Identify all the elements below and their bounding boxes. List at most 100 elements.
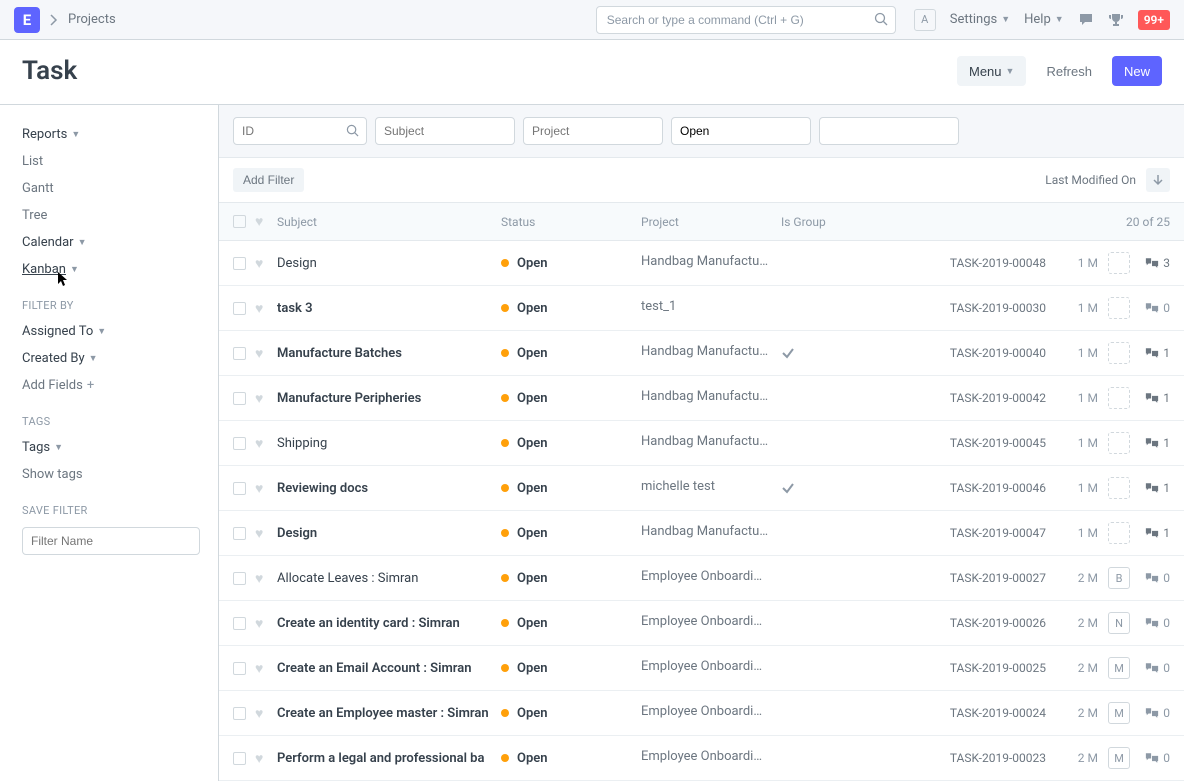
th-status[interactable]: Status <box>501 215 641 229</box>
assignee-avatar[interactable]: M <box>1108 702 1130 724</box>
heart-icon[interactable]: ♥ <box>255 391 263 407</box>
assignee-avatar[interactable] <box>1108 252 1130 274</box>
assignee-avatar[interactable] <box>1108 342 1130 364</box>
new-button[interactable]: New <box>1112 56 1162 86</box>
sidebar-calendar[interactable]: Calendar▼ <box>22 229 218 256</box>
assignee-avatar[interactable]: B <box>1108 567 1130 589</box>
row-subject[interactable]: Allocate Leaves : Simran <box>277 571 418 586</box>
menu-button[interactable]: Menu▼ <box>957 56 1026 86</box>
table-row[interactable]: ♥Create an Email Account : SimranOpenEmp… <box>219 646 1184 691</box>
row-subject[interactable]: Design <box>277 256 317 271</box>
filter-assigned-to[interactable]: Assigned To▼ <box>22 318 218 345</box>
heart-icon[interactable]: ♥ <box>255 346 263 362</box>
comment-indicator[interactable]: 1 <box>1140 436 1170 450</box>
row-checkbox[interactable] <box>233 437 246 450</box>
row-checkbox[interactable] <box>233 572 246 585</box>
table-row[interactable]: ♥Allocate Leaves : SimranOpenEmployee On… <box>219 556 1184 601</box>
table-row[interactable]: ♥Create an identity card : SimranOpenEmp… <box>219 601 1184 646</box>
row-subject[interactable]: Manufacture Peripheries <box>277 391 421 406</box>
row-checkbox[interactable] <box>233 302 246 315</box>
filter-name-input[interactable] <box>22 527 200 555</box>
heart-icon[interactable]: ♥ <box>255 301 263 317</box>
add-filter-button[interactable]: Add Filter <box>233 168 304 192</box>
select-all-checkbox[interactable] <box>233 215 246 228</box>
sidebar-view-gantt[interactable]: Gantt <box>22 175 218 202</box>
assignee-avatar[interactable] <box>1108 522 1130 544</box>
like-all-icon[interactable]: ♥ <box>255 214 263 230</box>
table-row[interactable]: ♥Manufacture PeripheriesOpenHandbag Manu… <box>219 376 1184 421</box>
heart-icon[interactable]: ♥ <box>255 616 263 632</box>
filter-extra-input[interactable] <box>819 117 959 145</box>
search-input[interactable] <box>596 6 896 34</box>
assignee-avatar[interactable] <box>1108 432 1130 454</box>
logo[interactable]: E <box>14 7 40 33</box>
row-checkbox[interactable] <box>233 482 246 495</box>
comment-indicator[interactable]: 1 <box>1140 391 1170 405</box>
table-row[interactable]: ♥Manufacture BatchesOpenHandbag Manufact… <box>219 331 1184 376</box>
assignee-avatar[interactable] <box>1108 387 1130 409</box>
row-checkbox[interactable] <box>233 617 246 630</box>
chat-icon[interactable] <box>1078 12 1094 28</box>
heart-icon[interactable]: ♥ <box>255 481 263 497</box>
heart-icon[interactable]: ♥ <box>255 436 263 452</box>
row-checkbox[interactable] <box>233 347 246 360</box>
sidebar-view-tree[interactable]: Tree <box>22 202 218 229</box>
table-row[interactable]: ♥DesignOpenHandbag Manufactu…TASK-2019-0… <box>219 511 1184 556</box>
table-row[interactable]: ♥Reviewing docsOpenmichelle testTASK-201… <box>219 466 1184 511</box>
row-project[interactable]: test_1 <box>641 299 676 314</box>
row-subject[interactable]: Create an Email Account : Simran <box>277 661 471 676</box>
assignee-avatar[interactable] <box>1108 477 1130 499</box>
table-row[interactable]: ♥Create an Employee master : SimranOpenE… <box>219 691 1184 736</box>
assignee-avatar[interactable]: M <box>1108 657 1130 679</box>
comment-indicator[interactable]: 0 <box>1140 616 1170 630</box>
row-subject[interactable]: Create an Employee master : Simran <box>277 706 489 721</box>
row-subject[interactable]: task 3 <box>277 301 313 316</box>
avatar[interactable]: A <box>914 9 936 31</box>
comment-indicator[interactable]: 0 <box>1140 751 1170 765</box>
th-project[interactable]: Project <box>641 215 781 229</box>
row-project[interactable]: Employee Onboardi… <box>641 659 762 674</box>
comment-indicator[interactable]: 1 <box>1140 346 1170 360</box>
row-checkbox[interactable] <box>233 752 246 765</box>
row-subject[interactable]: Shipping <box>277 436 327 451</box>
comment-indicator[interactable]: 0 <box>1140 301 1170 315</box>
notification-badge[interactable]: 99+ <box>1138 10 1170 30</box>
comment-indicator[interactable]: 0 <box>1140 706 1170 720</box>
row-project[interactable]: Employee Onboardi… <box>641 704 762 719</box>
table-row[interactable]: ♥ShippingOpenHandbag Manufactu…TASK-2019… <box>219 421 1184 466</box>
comment-indicator[interactable]: 0 <box>1140 661 1170 675</box>
row-project[interactable]: Handbag Manufactu… <box>641 254 768 269</box>
assignee-avatar[interactable] <box>1108 297 1130 319</box>
heart-icon[interactable]: ♥ <box>255 706 263 722</box>
table-row[interactable]: ♥DesignOpenHandbag Manufactu…TASK-2019-0… <box>219 241 1184 286</box>
row-subject[interactable]: Create an identity card : Simran <box>277 616 460 631</box>
heart-icon[interactable]: ♥ <box>255 751 263 767</box>
breadcrumb[interactable]: Projects <box>68 12 116 27</box>
help-link[interactable]: Help▼ <box>1024 12 1064 27</box>
settings-link[interactable]: Settings▼ <box>950 12 1010 27</box>
add-fields[interactable]: Add Fields + <box>22 372 218 399</box>
row-project[interactable]: Employee Onboardi… <box>641 569 762 584</box>
row-checkbox[interactable] <box>233 392 246 405</box>
row-project[interactable]: Handbag Manufactu… <box>641 434 768 449</box>
sidebar-reports[interactable]: Reports▼ <box>22 121 218 148</box>
heart-icon[interactable]: ♥ <box>255 571 263 587</box>
comment-indicator[interactable]: 0 <box>1140 571 1170 585</box>
assignee-avatar[interactable]: M <box>1108 747 1130 769</box>
sort-label[interactable]: Last Modified On <box>1045 173 1136 187</box>
row-subject[interactable]: Manufacture Batches <box>277 346 402 361</box>
row-project[interactable]: Handbag Manufactu… <box>641 389 768 404</box>
row-subject[interactable]: Design <box>277 526 317 541</box>
heart-icon[interactable]: ♥ <box>255 526 263 542</box>
row-checkbox[interactable] <box>233 527 246 540</box>
row-project[interactable]: Handbag Manufactu… <box>641 524 768 539</box>
comment-indicator[interactable]: 3 <box>1140 256 1170 270</box>
sidebar-tags[interactable]: Tags▼ <box>22 434 218 461</box>
table-row[interactable]: ♥task 3Opentest_1TASK-2019-000301 M0 <box>219 286 1184 331</box>
assignee-avatar[interactable]: N <box>1108 612 1130 634</box>
sidebar-view-list[interactable]: List <box>22 148 218 175</box>
row-checkbox[interactable] <box>233 662 246 675</box>
row-project[interactable]: Handbag Manufactu… <box>641 344 768 359</box>
filter-status-input[interactable] <box>671 117 811 145</box>
th-is-group[interactable]: Is Group <box>781 215 891 229</box>
